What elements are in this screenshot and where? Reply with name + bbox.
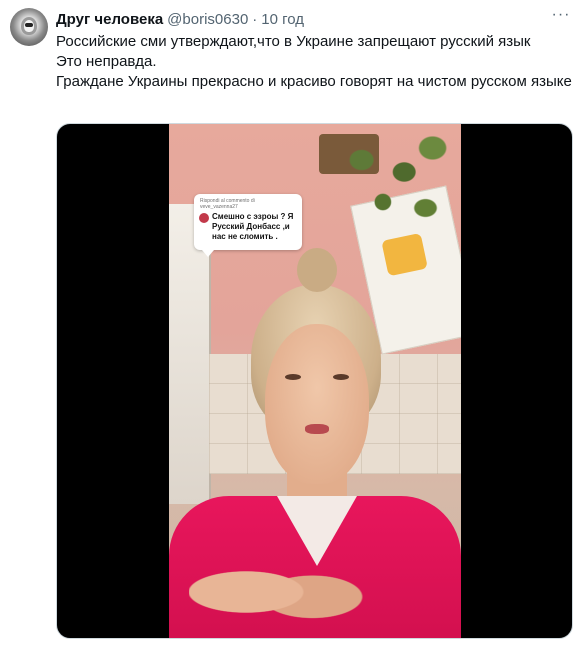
tweet[interactable]: Друг человека @boris0630 · 10 год ··· Ро… bbox=[0, 0, 582, 647]
tweet-text: Российские сми утверждают,что в Украине … bbox=[56, 32, 572, 92]
tweet-text-line: Граждане Украины прекрасно и красиво гов… bbox=[56, 73, 572, 90]
user-handle[interactable]: @boris0630 bbox=[167, 10, 248, 30]
tweet-text-line: Это неправда. bbox=[56, 53, 157, 70]
comment-row: Смешно с эзроы ? Я Русский Донбасс ,и на… bbox=[199, 212, 297, 242]
comment-text: Смешно с эзроы ? Я Русский Донбасс ,и на… bbox=[212, 212, 294, 241]
comment-reply-bubble: Rispondi al commento di veve_vazenna27 С… bbox=[194, 194, 302, 257]
tweet-text-line: Российские сми утверждают,что в Украине … bbox=[56, 33, 531, 50]
commenter-avatar bbox=[199, 213, 209, 223]
person-hair-bun bbox=[297, 248, 337, 292]
person-face bbox=[265, 324, 369, 484]
more-horizontal-icon[interactable]: ··· bbox=[550, 7, 572, 26]
comment-username: veve_vazenna27 bbox=[200, 204, 238, 210]
person-eye bbox=[285, 374, 301, 380]
display-name[interactable]: Друг человека bbox=[56, 10, 163, 30]
person-eye bbox=[333, 374, 349, 380]
video-frame: Rispondi al commento di veve_vazenna27 С… bbox=[169, 124, 461, 638]
video-player[interactable]: Rispondi al commento di veve_vazenna27 С… bbox=[56, 123, 573, 639]
hanging-plant bbox=[319, 124, 461, 244]
separator-dot: · bbox=[252, 11, 258, 28]
person-hands bbox=[189, 544, 379, 638]
person-mouth bbox=[305, 424, 329, 434]
avatar[interactable] bbox=[10, 8, 48, 46]
tweet-header: Друг человека @boris0630 · 10 год bbox=[56, 10, 566, 30]
timestamp[interactable]: 10 год bbox=[261, 10, 304, 30]
